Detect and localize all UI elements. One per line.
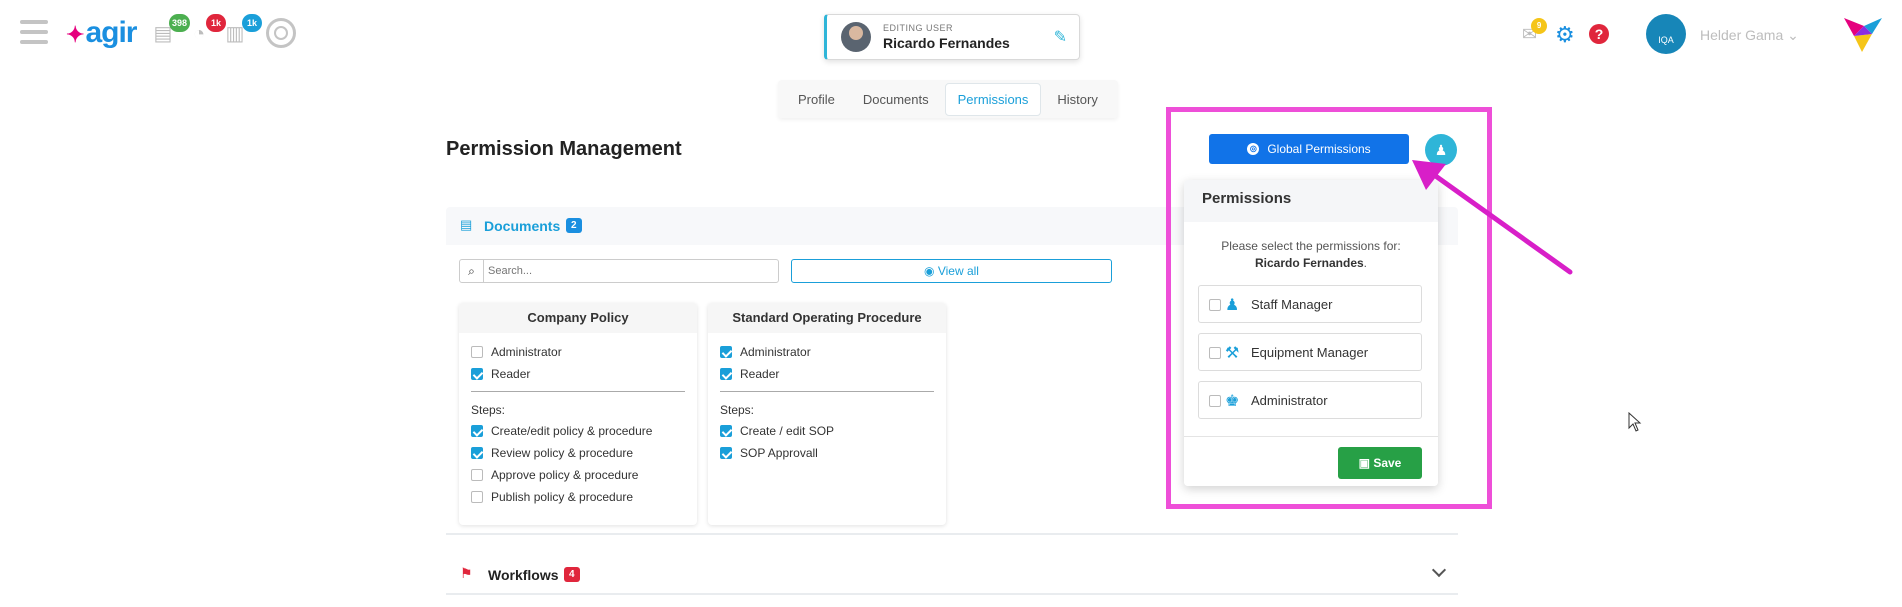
global-permissions-button[interactable]: ◎ Global Permissions <box>1209 134 1409 164</box>
documents-badge: 398 <box>168 14 190 32</box>
brand-logo-icon <box>1844 18 1882 52</box>
chevron-down-icon: ⌄ <box>1787 27 1799 43</box>
divider <box>471 391 685 392</box>
user-tabs: Profile Documents Permissions History <box>778 80 1118 118</box>
workflows-count-badge: 4 <box>564 567 580 582</box>
step-row[interactable]: Publish policy & procedure <box>459 486 697 508</box>
documents-icon[interactable]: ▤ 398 <box>152 14 190 46</box>
card-title: Company Policy <box>459 303 697 333</box>
workflows-title: Workflows <box>488 567 559 583</box>
mouse-cursor-icon <box>1628 412 1642 432</box>
notes-icon[interactable]: ✉ 9 <box>1522 18 1548 45</box>
annotation-arrow <box>1412 160 1573 275</box>
search-input[interactable] <box>488 262 768 280</box>
analytics-badge: 1k <box>206 14 226 32</box>
step-row[interactable]: Approve policy & procedure <box>459 464 697 486</box>
gear-icon[interactable]: ⚙ <box>1555 22 1575 48</box>
page-title: Permission Management <box>446 138 682 160</box>
notification-badge: 9 <box>1531 18 1548 34</box>
step-checkbox[interactable] <box>471 447 483 459</box>
role-row[interactable]: Administrator <box>459 341 697 363</box>
editing-user-name: Ricardo Fernandes <box>883 35 1010 51</box>
tasks-icon[interactable]: ▥ 1k <box>224 14 262 46</box>
role-row[interactable]: Administrator <box>708 341 946 363</box>
editing-user-label: EDITING USER <box>883 23 954 33</box>
role-row[interactable]: Reader <box>708 363 946 385</box>
user-cog-icon: ♚ <box>1225 393 1240 410</box>
user-name: Helder Gama <box>1700 27 1784 43</box>
workflows-section-header[interactable]: ⚑ Workflows 4 <box>446 555 1458 595</box>
user-menu[interactable]: Helder Gama ⌄ <box>1700 27 1799 44</box>
permission-option-equipment-manager[interactable]: ⚒ Equipment Manager <box>1198 333 1422 371</box>
tab-profile[interactable]: Profile <box>786 84 847 115</box>
permission-option-administrator[interactable]: ♚ Administrator <box>1198 381 1422 419</box>
wrench-icon: ⚒ <box>1225 345 1240 362</box>
role-checkbox[interactable] <box>720 368 732 380</box>
steps-label: Steps: <box>471 403 506 417</box>
floppy-icon: ▣ <box>1358 456 1370 470</box>
menu-icon[interactable] <box>20 20 48 44</box>
divider <box>720 391 934 392</box>
step-checkbox[interactable] <box>720 425 732 437</box>
permissions-user-name: Ricardo Fernandes <box>1254 256 1364 270</box>
role-checkbox[interactable] <box>720 346 732 358</box>
editing-user-card: EDITING USER Ricardo Fernandes ✎ <box>824 14 1080 60</box>
documents-title: Documents <box>484 218 561 234</box>
globe-icon: ◎ <box>1247 142 1260 155</box>
step-row[interactable]: Create / edit SOP <box>708 420 946 442</box>
document-card-company-policy: Company Policy Administrator Reader Step… <box>459 303 697 525</box>
help-icon[interactable]: ? <box>1589 24 1609 44</box>
logo-mark-icon: ✦ <box>66 22 84 47</box>
tab-history[interactable]: History <box>1045 84 1109 115</box>
view-all-button[interactable]: ◉ View all <box>791 259 1112 283</box>
step-row[interactable]: SOP Approvall <box>708 442 946 464</box>
permission-checkbox[interactable] <box>1209 395 1221 407</box>
global-search-icon[interactable] <box>266 18 296 48</box>
tasks-badge: 1k <box>242 14 262 32</box>
tab-documents[interactable]: Documents <box>851 84 941 115</box>
eye-icon: ◉ <box>924 264 935 278</box>
user-edit-icon[interactable]: ✎ <box>1054 27 1067 47</box>
workflow-icon: ⚑ <box>460 565 473 581</box>
step-checkbox[interactable] <box>720 447 732 459</box>
save-button[interactable]: ▣ Save <box>1338 447 1422 479</box>
document-card-sop: Standard Operating Procedure Administrat… <box>708 303 946 525</box>
step-row[interactable]: Create/edit policy & procedure <box>459 420 697 442</box>
card-title: Standard Operating Procedure <box>708 303 946 333</box>
search-icon: ⌕ <box>460 260 484 282</box>
tab-permissions[interactable]: Permissions <box>944 82 1042 116</box>
users-icon: ♟ <box>1225 297 1240 314</box>
documents-search: ⌕ <box>459 259 779 283</box>
step-checkbox[interactable] <box>471 491 483 503</box>
step-checkbox[interactable] <box>471 425 483 437</box>
app-logo[interactable]: ✦agir <box>66 16 137 50</box>
analytics-icon[interactable]: ◔ 1k <box>188 14 226 46</box>
documents-count-badge: 2 <box>566 218 582 233</box>
steps-label: Steps: <box>720 403 755 417</box>
step-checkbox[interactable] <box>471 469 483 481</box>
permission-option-staff-manager[interactable]: ♟ Staff Manager <box>1198 285 1422 323</box>
permission-checkbox[interactable] <box>1209 299 1221 311</box>
role-row[interactable]: Reader <box>459 363 697 385</box>
step-row[interactable]: Review policy & procedure <box>459 442 697 464</box>
role-checkbox[interactable] <box>471 346 483 358</box>
company-avatar[interactable]: IQA <box>1646 14 1686 54</box>
editing-user-avatar <box>841 22 871 52</box>
role-checkbox[interactable] <box>471 368 483 380</box>
permission-checkbox[interactable] <box>1209 347 1221 359</box>
chevron-down-icon <box>1431 562 1447 578</box>
document-icon: ▤ <box>460 217 473 232</box>
permissions-panel-footer: ▣ Save <box>1184 436 1438 486</box>
